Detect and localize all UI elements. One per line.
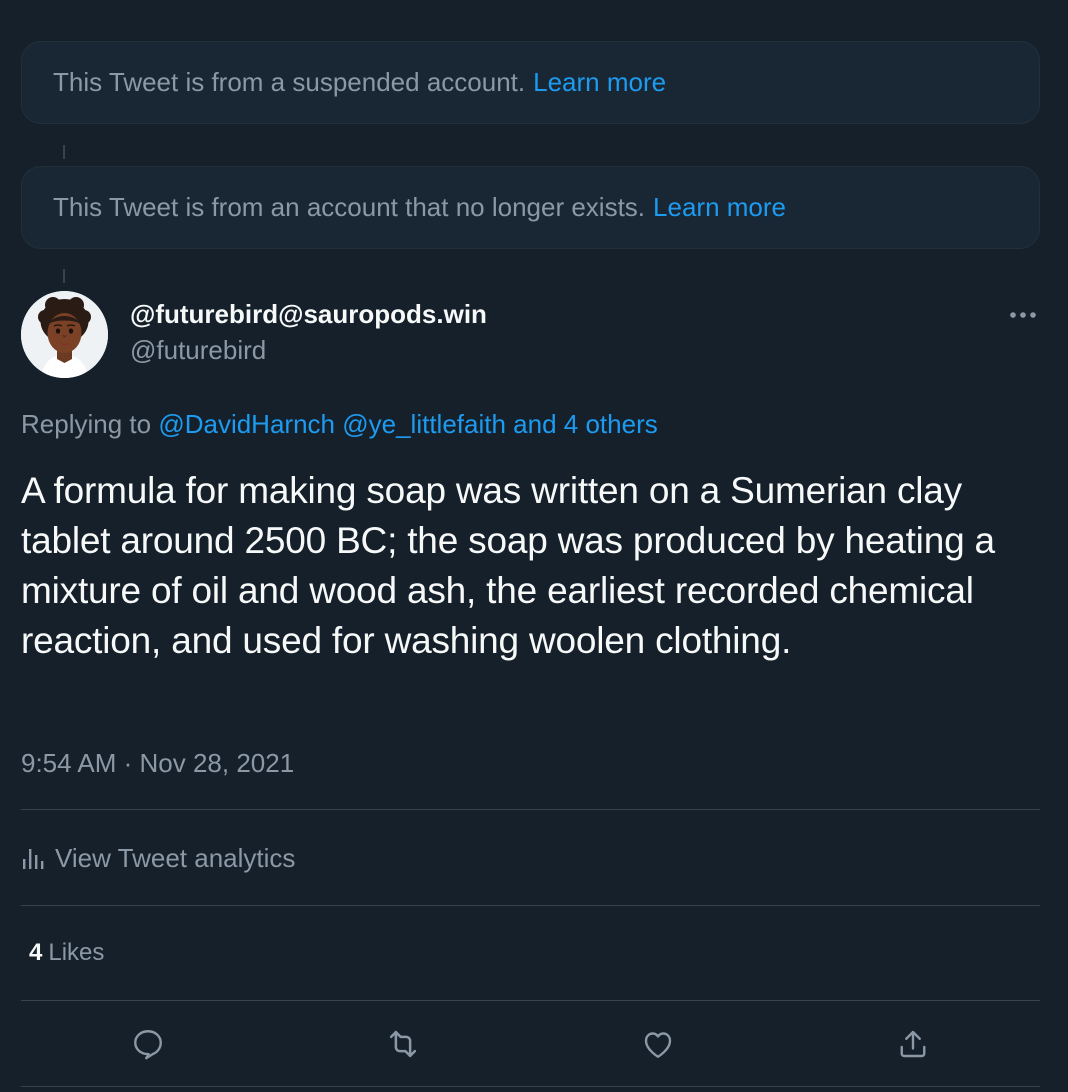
user-handle[interactable]: @futurebird [130,335,266,366]
divider [21,1000,1040,1001]
view-analytics-button[interactable]: View Tweet analytics [21,840,295,876]
replying-to: Replying to @DavidHarnch @ye_littlefaith… [21,409,658,440]
notice-text: This Tweet is from an account that no lo… [53,192,646,222]
divider [21,809,1040,810]
replying-label: Replying to [21,409,152,439]
analytics-label: View Tweet analytics [55,842,296,873]
bar-chart-icon [23,849,44,869]
tweet-timestamp[interactable]: 9:54 AM · Nov 28, 2021 [21,748,294,779]
reply-mention-link[interactable]: @DavidHarnch [158,409,335,439]
thread-connector [63,145,65,159]
divider [21,1086,1040,1087]
likes-count[interactable]: 4 Likes [29,939,104,967]
tweet-detail-page: This Tweet is from a suspended account. … [0,0,1068,1092]
retweet-icon[interactable] [383,1024,423,1064]
share-icon[interactable] [893,1024,933,1064]
divider [21,905,1040,906]
thread-connector [63,269,65,283]
heart-icon[interactable] [638,1024,678,1064]
learn-more-link[interactable]: Learn more [533,67,666,98]
notice-text: This Tweet is from a suspended account. [53,67,526,97]
reply-others-link[interactable]: and 4 others [513,409,658,439]
likes-number: 4 [29,939,43,966]
learn-more-link[interactable]: Learn more [653,192,786,223]
avatar[interactable] [21,291,108,378]
deleted-account-notice: This Tweet is from an account that no lo… [21,166,1040,249]
likes-label: Likes [48,939,105,966]
avatar-illustration [21,291,108,378]
reply-icon[interactable] [128,1024,168,1064]
suspended-account-notice: This Tweet is from a suspended account. … [21,41,1040,124]
more-icon[interactable] [1003,300,1043,330]
tweet-text: A formula for making soap was written on… [21,470,995,661]
reply-mention-link[interactable]: @ye_littlefaith [342,409,506,439]
display-name[interactable]: @futurebird@sauropods.win [130,299,487,330]
